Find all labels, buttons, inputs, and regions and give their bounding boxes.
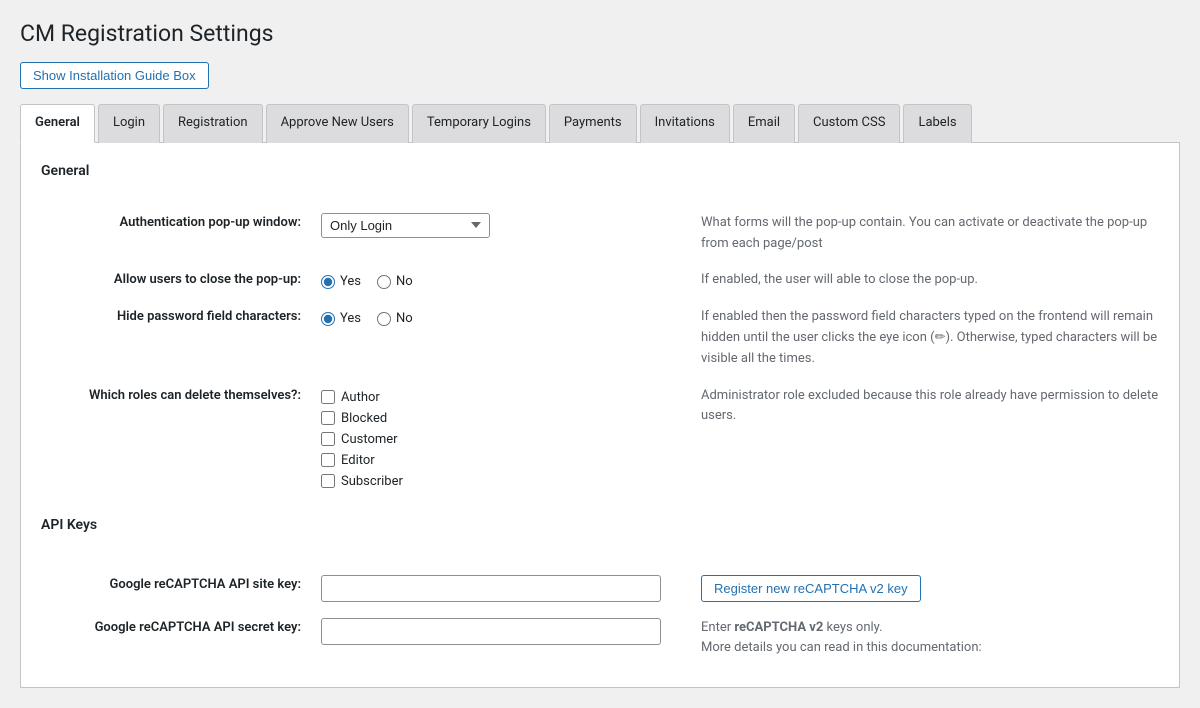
tab-payments[interactable]: Payments — [549, 104, 637, 143]
role-blocked-checkbox[interactable] — [321, 411, 335, 425]
auth-popup-input-cell: Only LoginOnly RegistrationLogin and Reg… — [321, 205, 701, 263]
allow-close-no-label[interactable]: No — [377, 274, 413, 289]
role-editor-text: Editor — [341, 453, 375, 468]
allow-close-yes-text: Yes — [340, 274, 361, 289]
delete-roles-label: Which roles can delete themselves?: — [41, 378, 321, 497]
recaptcha-desc-bold: reCAPTCHA v2 — [734, 620, 823, 635]
tabs-nav: General Login Registration Approve New U… — [20, 104, 1180, 143]
tab-temporary-logins[interactable]: Temporary Logins — [412, 104, 546, 143]
role-subscriber-checkbox[interactable] — [321, 474, 335, 488]
site-key-input[interactable] — [321, 575, 661, 602]
hide-password-no-radio[interactable] — [377, 312, 391, 326]
auth-popup-label: Authentication pop-up window: — [41, 205, 321, 263]
secret-key-input-cell — [321, 610, 701, 668]
secret-key-row: Google reCAPTCHA API secret key: Enter r… — [41, 610, 1159, 668]
recaptcha-desc-line2: keys only. — [823, 620, 882, 635]
content-area: General Authentication pop-up window: On… — [20, 143, 1180, 688]
role-blocked-label[interactable]: Blocked — [321, 411, 681, 426]
delete-roles-desc: Administrator role excluded because this… — [701, 378, 1159, 497]
site-key-input-cell — [321, 567, 701, 610]
tab-login[interactable]: Login — [98, 104, 160, 143]
site-key-desc-cell: Register new reCAPTCHA v2 key — [701, 567, 1159, 610]
recaptcha-desc-line3: More details you can read in this docume… — [701, 640, 982, 655]
site-key-label: Google reCAPTCHA API site key: — [41, 567, 321, 610]
role-customer-text: Customer — [341, 432, 398, 447]
tab-labels[interactable]: Labels — [903, 104, 971, 143]
tab-general[interactable]: General — [20, 104, 95, 143]
allow-close-radio-group: Yes No — [321, 270, 681, 289]
role-editor-checkbox[interactable] — [321, 453, 335, 467]
hide-password-yes-label[interactable]: Yes — [321, 311, 361, 326]
api-keys-section-heading: API Keys — [41, 517, 1159, 541]
page-title: CM Registration Settings — [20, 20, 1180, 47]
hide-password-desc: If enabled then the password field chara… — [701, 299, 1159, 377]
general-form-table: Authentication pop-up window: Only Login… — [41, 205, 1159, 667]
allow-close-yes-radio[interactable] — [321, 275, 335, 289]
role-blocked-text: Blocked — [341, 411, 387, 426]
allow-close-no-text: No — [396, 274, 413, 289]
delete-roles-row: Which roles can delete themselves?: Auth… — [41, 378, 1159, 497]
hide-password-row: Hide password field characters: Yes No — [41, 299, 1159, 377]
hide-password-label: Hide password field characters: — [41, 299, 321, 377]
register-recaptcha-button[interactable]: Register new reCAPTCHA v2 key — [701, 575, 921, 602]
eye-icon: ✏ — [935, 330, 946, 345]
hide-password-input-cell: Yes No — [321, 299, 701, 377]
tab-registration[interactable]: Registration — [163, 104, 263, 143]
role-customer-checkbox[interactable] — [321, 432, 335, 446]
site-key-row: Google reCAPTCHA API site key: Register … — [41, 567, 1159, 610]
delete-roles-input-cell: Author Blocked Customer Editor — [321, 378, 701, 497]
auth-popup-select[interactable]: Only LoginOnly RegistrationLogin and Reg… — [321, 213, 490, 238]
api-keys-section-row: API Keys — [41, 497, 1159, 567]
role-customer-label[interactable]: Customer — [321, 432, 681, 447]
allow-close-yes-label[interactable]: Yes — [321, 274, 361, 289]
role-subscriber-text: Subscriber — [341, 474, 403, 489]
hide-password-yes-radio[interactable] — [321, 312, 335, 326]
recaptcha-desc-line1: Enter — [701, 620, 734, 635]
secret-key-input[interactable] — [321, 618, 661, 645]
tab-invitations[interactable]: Invitations — [640, 104, 730, 143]
role-author-text: Author — [341, 390, 380, 405]
general-section-heading: General — [41, 163, 1159, 187]
hide-password-yes-text: Yes — [340, 311, 361, 326]
auth-popup-desc: What forms will the pop-up contain. You … — [701, 205, 1159, 263]
role-author-label[interactable]: Author — [321, 390, 681, 405]
role-author-checkbox[interactable] — [321, 390, 335, 404]
hide-password-no-text: No — [396, 311, 413, 326]
role-subscriber-label[interactable]: Subscriber — [321, 474, 681, 489]
tab-approve-new-users[interactable]: Approve New Users — [266, 104, 409, 143]
hide-password-radio-group: Yes No — [321, 307, 681, 326]
allow-close-desc: If enabled, the user will able to close … — [701, 262, 1159, 299]
role-editor-label[interactable]: Editor — [321, 453, 681, 468]
secret-key-desc-cell: Enter reCAPTCHA v2 keys only. More detail… — [701, 610, 1159, 668]
show-guide-button[interactable]: Show Installation Guide Box — [20, 62, 209, 89]
allow-close-row: Allow users to close the pop-up: Yes No … — [41, 262, 1159, 299]
secret-key-label: Google reCAPTCHA API secret key: — [41, 610, 321, 668]
allow-close-no-radio[interactable] — [377, 275, 391, 289]
auth-popup-row: Authentication pop-up window: Only Login… — [41, 205, 1159, 263]
allow-close-input-cell: Yes No — [321, 262, 701, 299]
api-keys-section-cell: API Keys — [41, 497, 1159, 567]
hide-password-no-label[interactable]: No — [377, 311, 413, 326]
tab-custom-css[interactable]: Custom CSS — [798, 104, 900, 143]
tab-email[interactable]: Email — [733, 104, 795, 143]
delete-roles-checkbox-group: Author Blocked Customer Editor — [321, 386, 681, 489]
allow-close-label: Allow users to close the pop-up: — [41, 262, 321, 299]
